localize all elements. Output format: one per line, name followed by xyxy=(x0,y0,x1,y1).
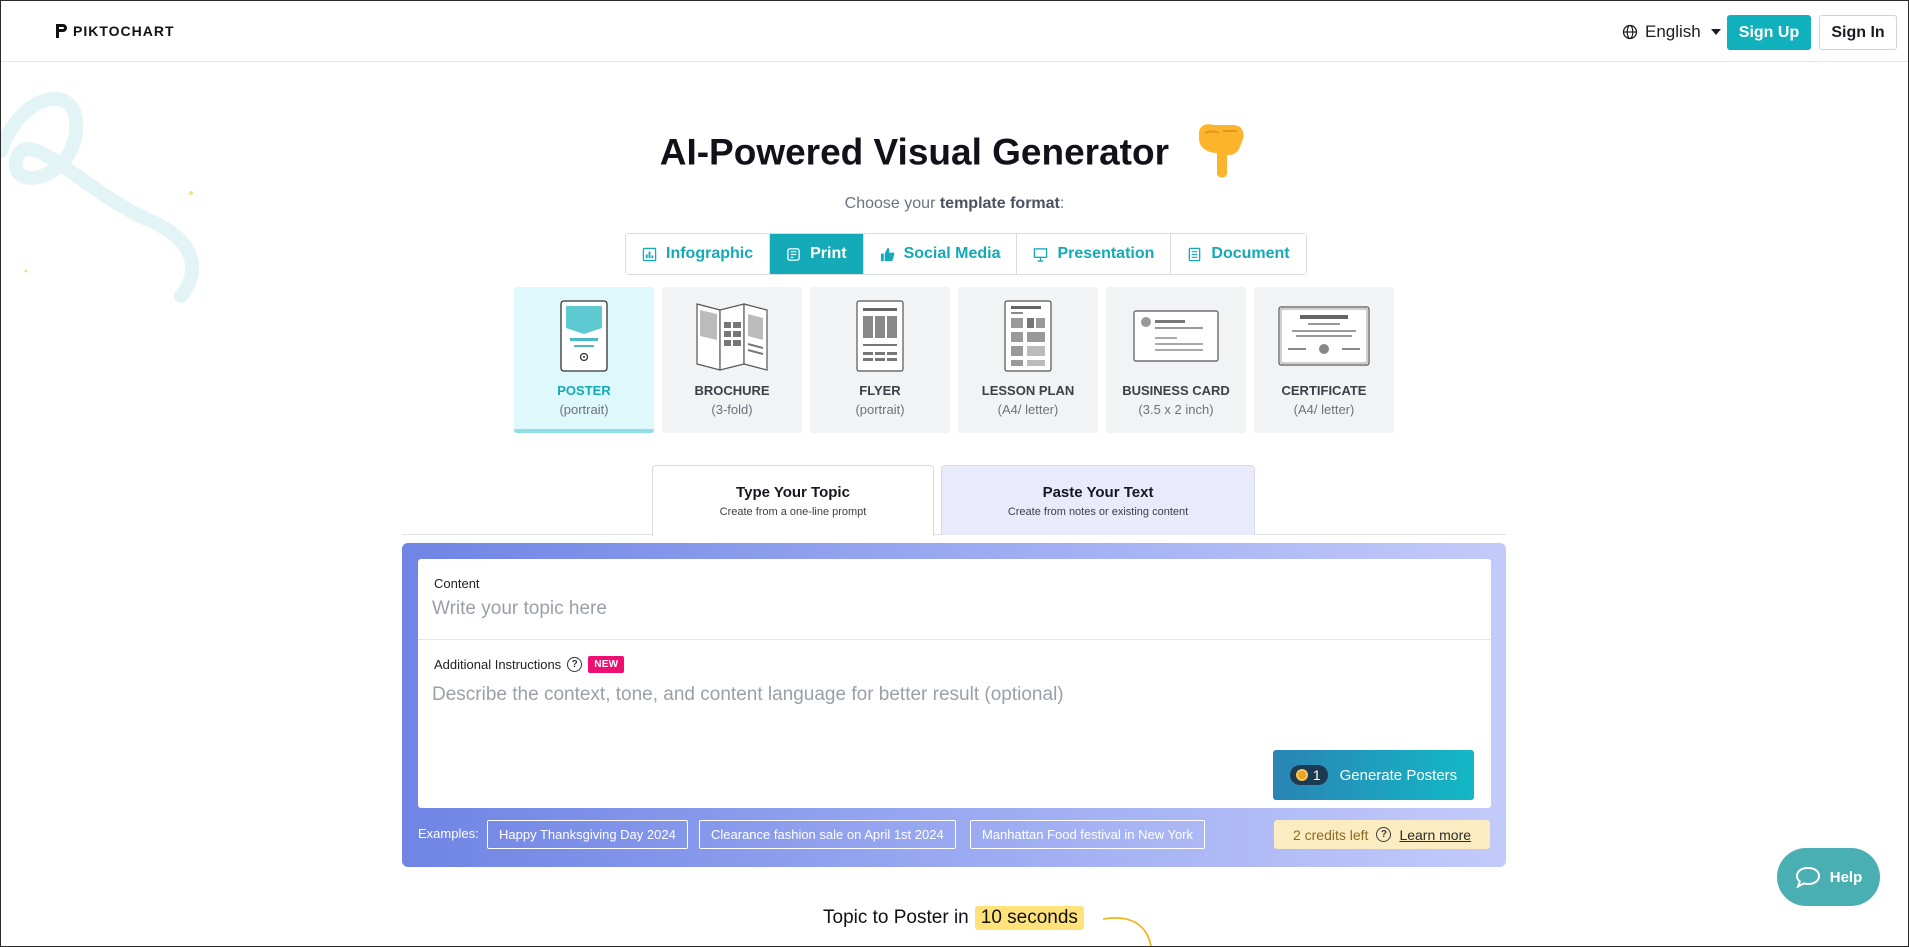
teaser-prefix: Topic to Poster in xyxy=(823,907,969,928)
generate-posters-label: Generate Posters xyxy=(1339,766,1458,784)
lesson-plan-thumbnail xyxy=(1004,299,1052,373)
template-card-flyer[interactable]: FLYER (portrait) xyxy=(810,287,950,433)
bar-chart-icon xyxy=(642,247,657,261)
piktochart-logo-icon xyxy=(56,24,67,38)
example-chip[interactable]: Manhattan Food festival in New York xyxy=(970,820,1206,849)
credit-cost: 1 xyxy=(1312,767,1321,783)
format-tabs: Infographic Print Social Media Presentat… xyxy=(625,233,1307,275)
caret-down-icon xyxy=(1710,29,1721,35)
page-title: AI-Powered Visual Generator xyxy=(1,119,1908,190)
examples-label: Examples: xyxy=(418,826,479,841)
tab-infographic[interactable]: Infographic xyxy=(626,234,771,274)
template-name: LESSON PLAN xyxy=(981,383,1075,398)
tab-paste-subtitle: Create from notes or existing content xyxy=(1007,505,1189,518)
tab-social-media-label: Social Media xyxy=(903,245,1001,262)
business-card-thumbnail xyxy=(1133,299,1219,373)
template-size: (3.5 x 2 inch) xyxy=(1138,402,1214,417)
credits-left-text: 2 credits left xyxy=(1292,826,1369,843)
template-name: BROCHURE xyxy=(694,383,770,398)
presentation-icon xyxy=(1034,247,1048,262)
example-chip[interactable]: Clearance fashion sale on April 1st 2024 xyxy=(699,820,956,849)
logo-text: PIKTOCHART xyxy=(73,23,175,39)
additional-instructions-label: Additional Instructions xyxy=(434,657,562,672)
help-button[interactable]: Help xyxy=(1777,848,1880,906)
additional-instructions-header: Additional Instructions ? NEW xyxy=(434,656,625,673)
chat-bubble-icon xyxy=(1795,866,1820,888)
template-card-business-card[interactable]: BUSINESS CARD (3.5 x 2 inch) xyxy=(1106,287,1246,433)
top-header: PIKTOCHART English Sign Up Sign In xyxy=(1,1,1908,62)
template-format-prompt: Choose your template format: xyxy=(1,195,1908,213)
template-name: POSTER xyxy=(557,383,611,398)
box-divider xyxy=(418,639,1491,640)
tab-social-media[interactable]: Social Media xyxy=(863,234,1018,274)
subtitle-prefix: Choose your xyxy=(844,195,940,212)
template-card-poster[interactable]: POSTER (portrait) xyxy=(514,287,654,433)
template-card-certificate[interactable]: CERTIFICATE (A4/ letter) xyxy=(1254,287,1394,433)
template-size: (portrait) xyxy=(855,402,905,417)
example-chip[interactable]: Happy Thanksgiving Day 2024 xyxy=(487,820,688,849)
flyer-thumbnail xyxy=(856,299,904,373)
template-size: (3-fold) xyxy=(711,402,753,417)
teaser-highlight: 10 seconds xyxy=(974,906,1084,930)
template-card-brochure[interactable]: BROCHURE (3-fold) xyxy=(662,287,802,433)
template-name: CERTIFICATE xyxy=(1281,383,1367,398)
page-title-text: AI-Powered Visual Generator xyxy=(659,131,1169,173)
tab-print[interactable]: Print xyxy=(770,234,864,274)
tab-type-title: Type Your Topic xyxy=(736,484,850,501)
credit-cost-pill: 1 xyxy=(1289,765,1328,785)
content-input[interactable] xyxy=(432,595,1472,623)
tab-paste-your-text[interactable]: Paste Your Text Create from notes or exi… xyxy=(941,465,1255,535)
pointing-down-hand-icon xyxy=(1193,119,1249,190)
language-selector[interactable]: English xyxy=(1622,19,1721,45)
decorative-swirl xyxy=(1,92,200,303)
brochure-thumbnail xyxy=(696,299,768,373)
document-icon xyxy=(1189,247,1201,261)
help-circle-icon[interactable]: ? xyxy=(1376,827,1392,842)
template-size: (A4/ letter) xyxy=(1293,402,1355,417)
help-label: Help xyxy=(1829,868,1863,886)
template-name: FLYER xyxy=(859,383,901,398)
template-size: (portrait) xyxy=(559,402,609,417)
credits-remaining: 2 credits left ? Learn more xyxy=(1274,820,1490,849)
template-size: (A4/ letter) xyxy=(997,402,1059,417)
thumbs-up-icon xyxy=(880,247,894,261)
language-label: English xyxy=(1645,22,1701,41)
template-cards: POSTER (portrait) BROCHURE (3-fold) FLYE… xyxy=(514,287,1394,433)
additional-instructions-input[interactable] xyxy=(432,681,1472,709)
tab-presentation[interactable]: Presentation xyxy=(1017,234,1172,274)
generator-panel: Content Additional Instructions ? NEW 1 … xyxy=(402,543,1506,867)
coin-icon xyxy=(1295,769,1308,781)
help-circle-icon[interactable]: ? xyxy=(567,657,583,672)
tab-paste-title: Paste Your Text xyxy=(1042,483,1154,501)
new-badge: NEW xyxy=(588,656,625,673)
prompt-box: Content Additional Instructions ? NEW 1 … xyxy=(418,559,1491,808)
subtitle-bold: template format xyxy=(939,195,1060,212)
teaser-heading: Topic to Poster in 10 seconds xyxy=(823,906,1084,930)
tab-document-label: Document xyxy=(1211,245,1290,262)
sign-up-button[interactable]: Sign Up xyxy=(1727,15,1811,50)
tab-presentation-label: Presentation xyxy=(1057,245,1155,262)
decorative-arrow-curve xyxy=(1102,917,1152,947)
template-card-lesson-plan[interactable]: LESSON PLAN (A4/ letter) xyxy=(958,287,1098,433)
sign-in-button[interactable]: Sign In xyxy=(1819,15,1897,50)
tab-document[interactable]: Document xyxy=(1171,234,1306,274)
print-icon xyxy=(787,247,800,261)
generate-posters-button[interactable]: 1 Generate Posters xyxy=(1273,750,1474,800)
tab-infographic-label: Infographic xyxy=(666,245,754,262)
tab-type-subtitle: Create from a one-line prompt xyxy=(719,506,867,518)
learn-more-link[interactable]: Learn more xyxy=(1399,827,1471,843)
content-label: Content xyxy=(434,576,480,591)
piktochart-logo[interactable]: PIKTOCHART xyxy=(54,22,175,40)
subtitle-suffix: : xyxy=(1059,195,1065,212)
tab-print-label: Print xyxy=(810,245,847,262)
poster-thumbnail xyxy=(560,299,608,373)
globe-icon xyxy=(1622,24,1638,40)
certificate-thumbnail xyxy=(1278,299,1370,373)
template-name: BUSINESS CARD xyxy=(1122,383,1230,398)
tab-type-your-topic[interactable]: Type Your Topic Create from a one-line p… xyxy=(652,465,934,536)
